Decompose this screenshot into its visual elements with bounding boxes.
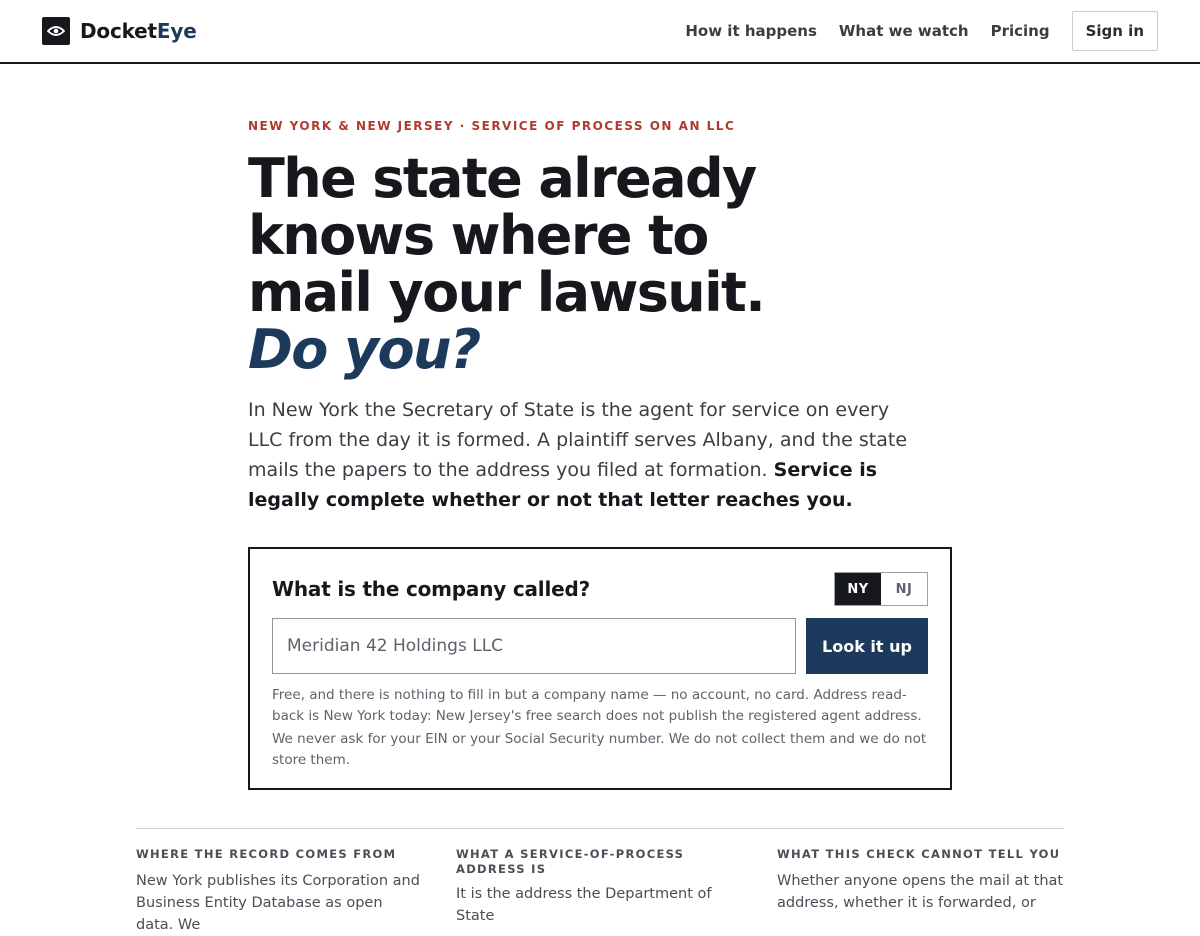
- headline-line: knows where to: [248, 204, 709, 267]
- eye-icon: [42, 17, 70, 45]
- lookup-note-pricing: Free, and there is nothing to fill in bu…: [272, 687, 922, 724]
- headline-line: The state already: [248, 147, 757, 210]
- info-column-limitations: WHAT THIS CHECK CANNOT TELL YOU Whether …: [777, 847, 1065, 914]
- info-column-record-source: WHERE THE RECORD COMES FROM New York pub…: [136, 847, 424, 936]
- info-heading: WHAT A SERVICE-OF-PROCESS ADDRESS IS: [456, 847, 685, 876]
- nav-link-pricing[interactable]: Pricing: [991, 11, 1050, 51]
- sign-in-button[interactable]: Sign in: [1071, 11, 1158, 51]
- nav-link-how-it-happens[interactable]: How it happens: [685, 11, 817, 51]
- brand-logo[interactable]: DocketEye: [42, 17, 197, 45]
- nav-link-what-we-watch[interactable]: What we watch: [839, 11, 969, 51]
- state-option-ny[interactable]: NY: [835, 573, 881, 605]
- info-heading: WHAT THIS CHECK CANNOT TELL YOU: [777, 847, 1061, 861]
- info-body: New York publishes its Corporation and B…: [136, 873, 420, 933]
- site-header: DocketEye How it happens What we watch P…: [0, 0, 1200, 64]
- main-nav: How it happens What we watch Pricing Sig…: [663, 11, 1158, 51]
- info-body: It is the address the Department of Stat…: [456, 886, 712, 924]
- headline-question: Do you?: [248, 318, 481, 381]
- state-toggle: NY NJ: [834, 572, 928, 606]
- info-column-sop-address: WHAT A SERVICE-OF-PROCESS ADDRESS IS It …: [456, 847, 732, 927]
- company-lookup-card: What is the company called? NY NJ Look i…: [248, 547, 952, 790]
- info-heading: WHERE THE RECORD COMES FROM: [136, 847, 397, 861]
- brand-name: DocketEye: [80, 19, 197, 43]
- look-it-up-button[interactable]: Look it up: [806, 618, 928, 674]
- hero-lede: In New York the Secretary of State is th…: [248, 395, 908, 515]
- brand-name-prefix: Docket: [80, 19, 157, 43]
- section-divider: [136, 828, 1064, 829]
- state-option-nj[interactable]: NJ: [881, 573, 927, 605]
- company-name-input[interactable]: [272, 618, 796, 674]
- hero-headline: The state already knows where to mail yo…: [248, 150, 952, 378]
- lookup-note-privacy: We never ask for your EIN or your Social…: [272, 731, 927, 768]
- brand-name-suffix: Eye: [156, 19, 197, 43]
- info-body: Whether anyone opens the mail at that ad…: [777, 873, 1064, 911]
- hero-eyebrow: NEW YORK & NEW JERSEY · SERVICE OF PROCE…: [248, 119, 736, 133]
- hero-section: NEW YORK & NEW JERSEY · SERVICE OF PROCE…: [248, 119, 952, 515]
- headline-line: mail your lawsuit.: [248, 261, 766, 324]
- lookup-title: What is the company called?: [272, 577, 590, 601]
